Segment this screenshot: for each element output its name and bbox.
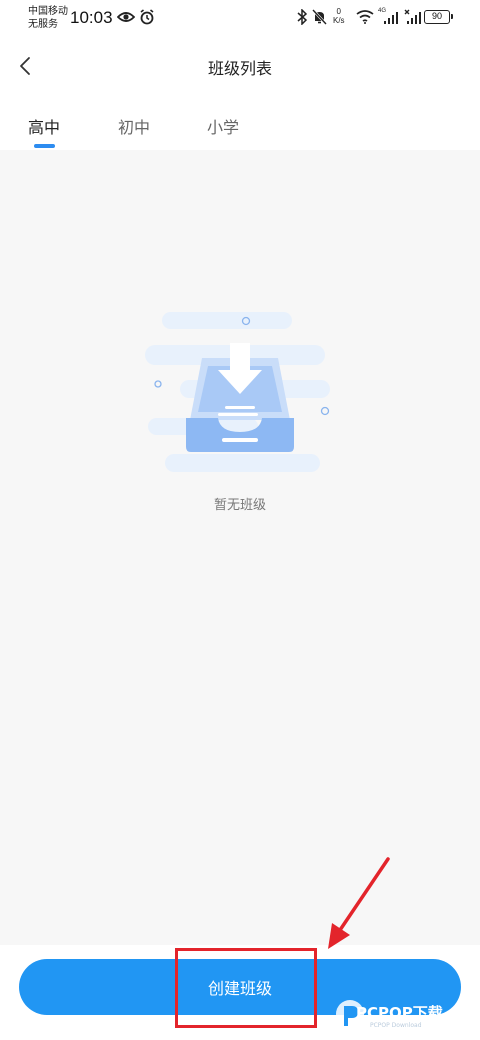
tab-high-school[interactable]: 高中 [28,114,60,138]
mute-icon [312,9,327,25]
carrier-info: 中国移动 无服务 [28,5,68,31]
status-time: 10:03 [70,8,113,27]
alarm-icon [140,9,154,25]
signal-icon [384,12,398,24]
tab-primary-school[interactable]: 小学 [207,114,239,138]
watermark-subtext: PCPOP Download [370,1022,422,1029]
empty-inbox-illustration [145,312,330,472]
eye-icon [117,12,135,22]
carrier-name: 中国移动 [28,6,68,17]
net-speed-unit: K/s [333,16,345,25]
wifi-icon [356,10,374,24]
empty-state-text: 暂无班级 [213,498,266,513]
navigation-header: 班级列表 [0,36,480,98]
bluetooth-icon [297,9,308,25]
signal-no-service-icon [404,9,421,24]
tab-active-indicator [34,144,55,148]
level-tabs: 高中 初中 小学 [0,98,480,150]
page-title: 班级列表 [207,59,272,78]
net-speed-value: 0 [336,7,341,16]
class-list-area: 暂无班级 [0,150,480,945]
tab-middle-school[interactable]: 初中 [118,114,150,138]
carrier-status: 无服务 [28,19,58,30]
battery-indicator: 90 [424,10,453,24]
net-speed: 0 K/s [333,7,345,25]
status-bar: 中国移动 无服务 10:03 0 K/s 4G 90 [0,0,480,36]
watermark-text: PCPOP下载 [356,1004,443,1022]
